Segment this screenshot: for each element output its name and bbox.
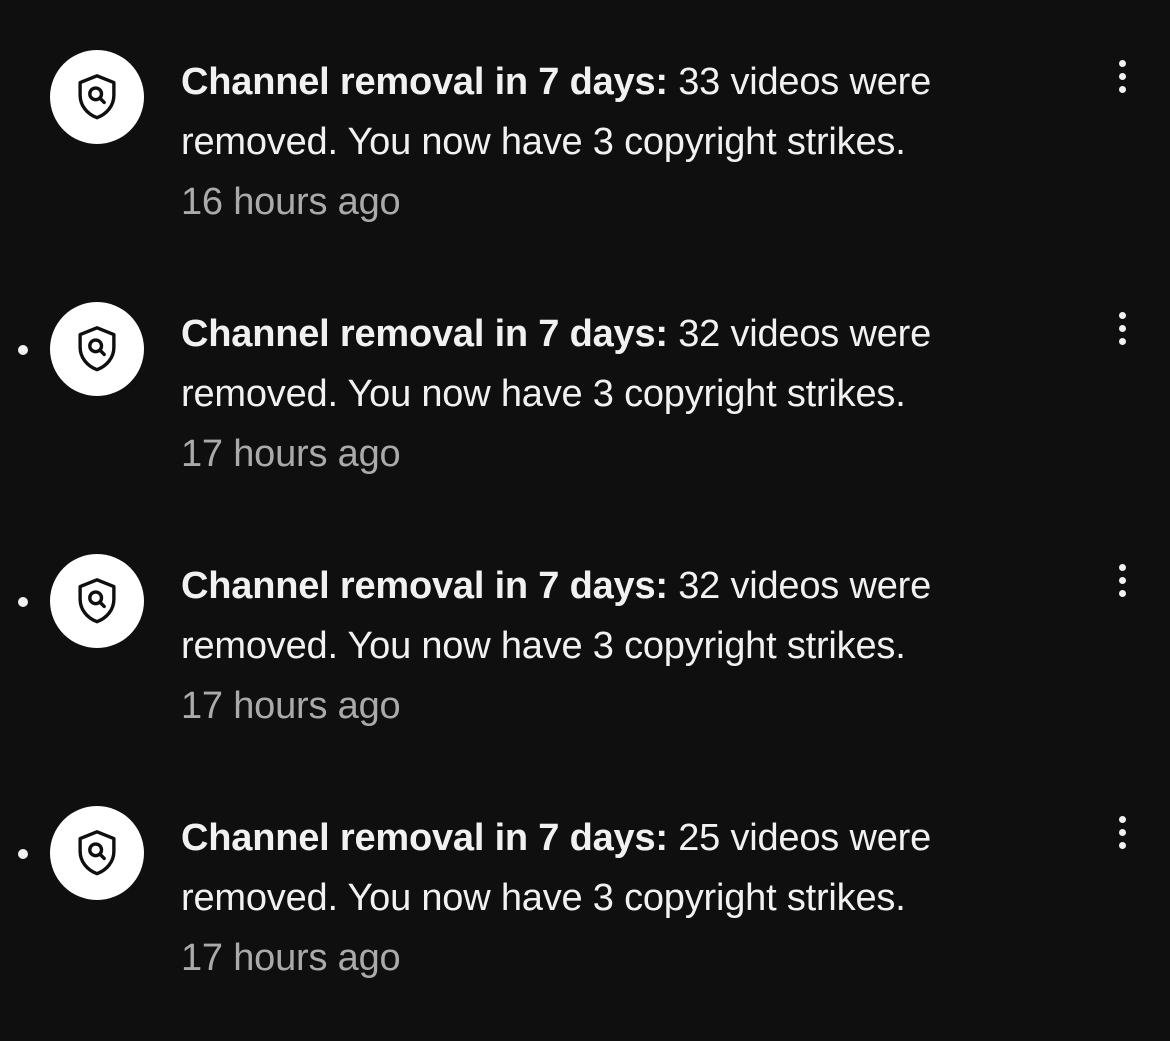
more-vert-icon xyxy=(1118,59,1126,67)
more-vert-icon-dot xyxy=(1118,589,1126,597)
notification-item[interactable]: Channel removal in 7 days: 32 videos wer… xyxy=(0,504,1170,756)
notification-item[interactable]: Channel removal in 7 days: 32 videos wer… xyxy=(0,252,1170,504)
notification-title: Channel removal in 7 days: xyxy=(181,61,668,103)
shield-search-icon xyxy=(78,326,116,372)
notification-avatar xyxy=(50,302,144,396)
shield-search-icon xyxy=(78,74,116,120)
notification-time: 17 hours ago xyxy=(181,685,401,727)
notification-time: 17 hours ago xyxy=(181,433,401,475)
shield-search-icon xyxy=(78,830,116,876)
notification-list: Channel removal in 7 days: 33 videos wer… xyxy=(0,0,1170,1041)
more-vert-icon xyxy=(1118,815,1126,823)
notification-text: Channel removal in 7 days: 25 videos wer… xyxy=(181,808,1061,988)
notification-text: Channel removal in 7 days: 32 videos wer… xyxy=(181,304,1061,484)
more-vert-icon-dot xyxy=(1118,337,1126,345)
notification-text: Channel removal in 7 days: 33 videos wer… xyxy=(181,52,1061,232)
shield-search-icon xyxy=(78,578,116,624)
more-vert-icon-dot xyxy=(1118,72,1126,80)
notification-title: Channel removal in 7 days: xyxy=(181,817,668,859)
notification-avatar xyxy=(50,50,144,144)
unread-indicator xyxy=(18,849,28,859)
more-vert-icon-dot xyxy=(1118,324,1126,332)
more-vert-icon xyxy=(1118,563,1126,571)
notification-title: Channel removal in 7 days: xyxy=(181,565,668,607)
notification-item[interactable]: Channel removal in 7 days: 25 videos wer… xyxy=(0,756,1170,1008)
more-vert-icon-dot xyxy=(1118,576,1126,584)
notification-title: Channel removal in 7 days: xyxy=(181,313,668,355)
unread-indicator xyxy=(18,597,28,607)
notification-time: 17 hours ago xyxy=(181,937,401,979)
more-vert-icon-dot xyxy=(1118,841,1126,849)
unread-indicator xyxy=(18,345,28,355)
notification-text: Channel removal in 7 days: 32 videos wer… xyxy=(181,556,1061,736)
notification-avatar xyxy=(50,554,144,648)
more-options-button[interactable] xyxy=(1098,304,1146,352)
notification-avatar xyxy=(50,806,144,900)
more-options-button[interactable] xyxy=(1098,556,1146,604)
notification-item[interactable]: Channel removal in 7 days: 33 videos wer… xyxy=(0,0,1170,252)
more-options-button[interactable] xyxy=(1098,52,1146,100)
more-vert-icon-dot xyxy=(1118,828,1126,836)
more-options-button[interactable] xyxy=(1098,808,1146,856)
notification-time: 16 hours ago xyxy=(181,181,401,223)
more-vert-icon xyxy=(1118,311,1126,319)
more-vert-icon-dot xyxy=(1118,85,1126,93)
